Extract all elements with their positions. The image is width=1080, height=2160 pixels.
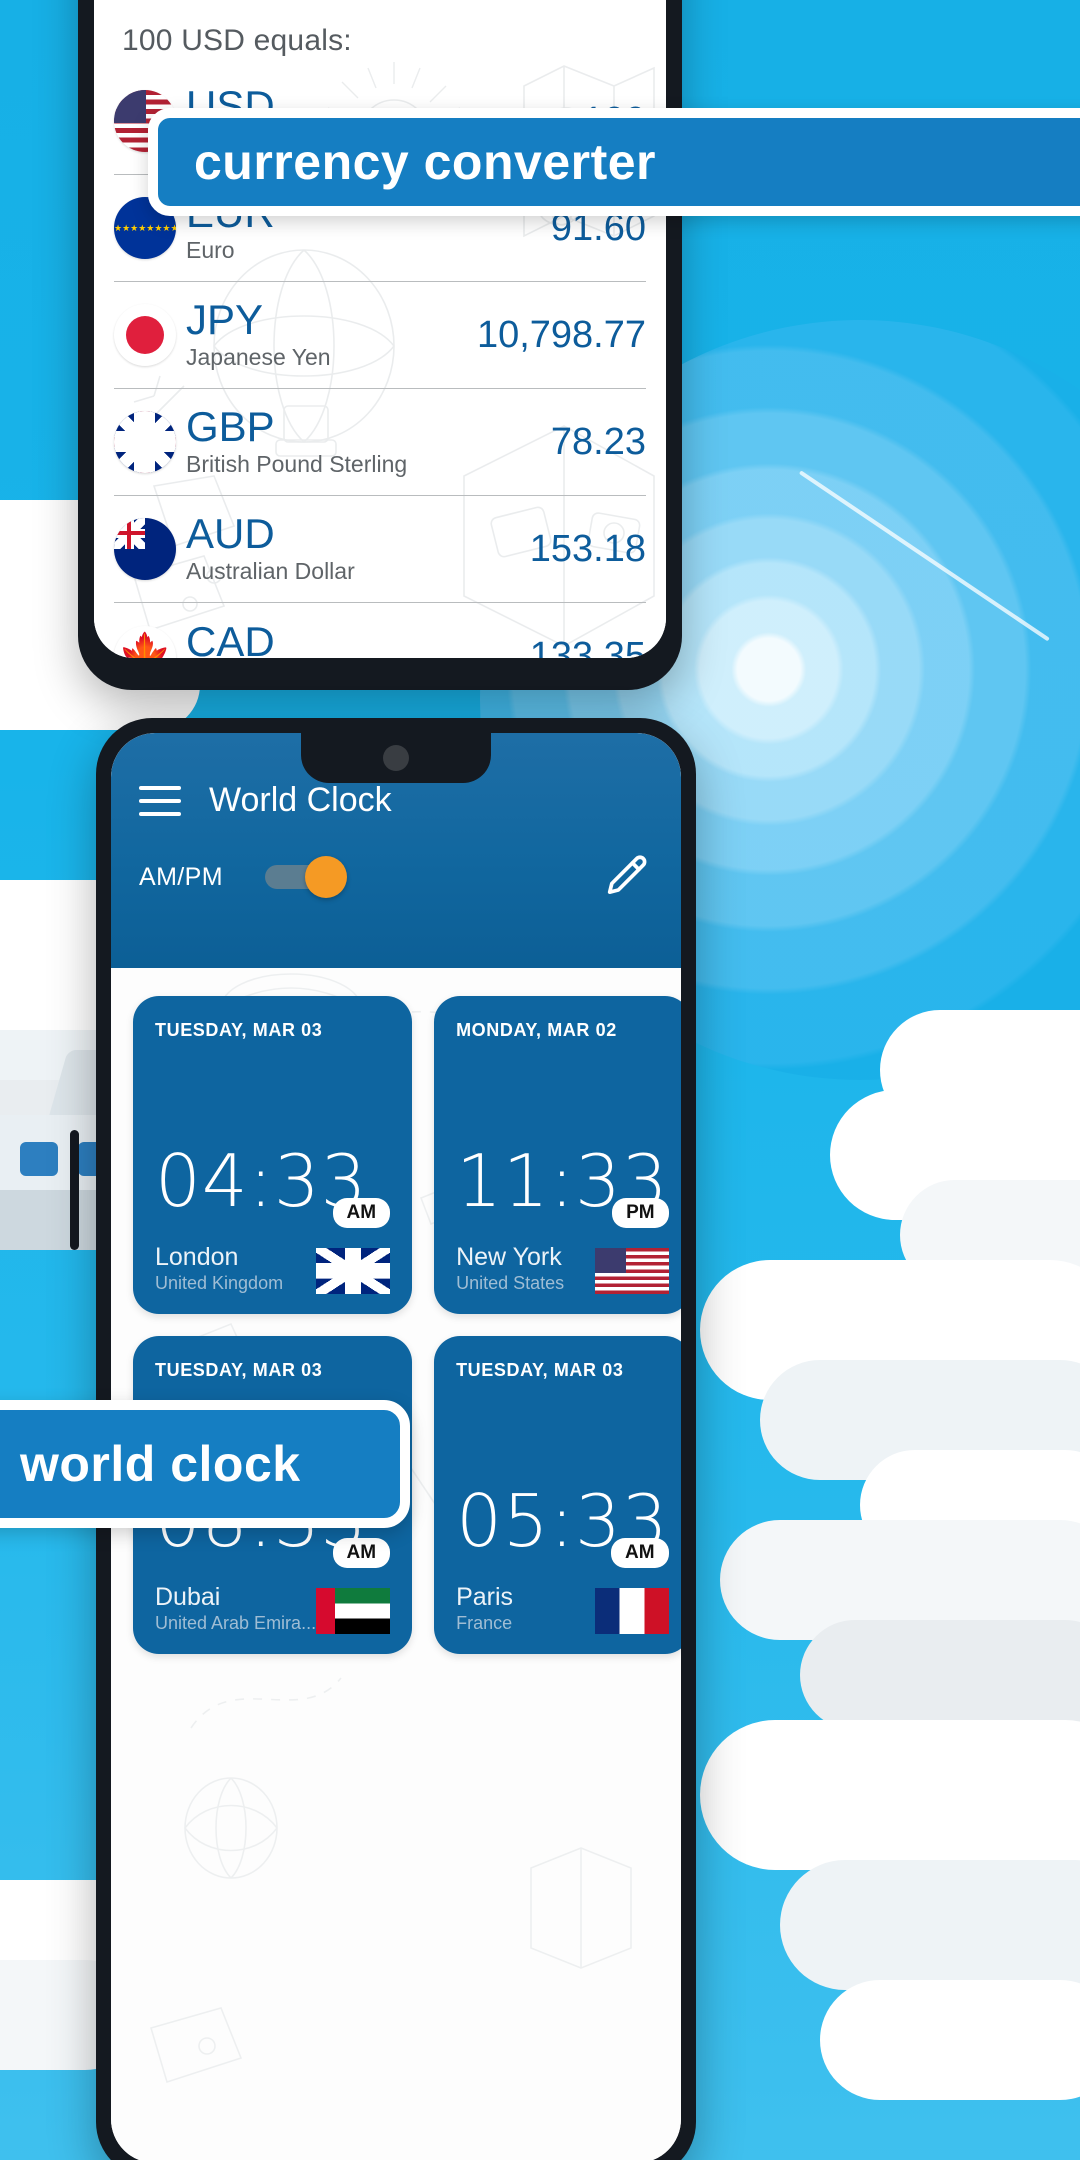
clock-card[interactable]: TUESDAY, MAR 03 05:33 AM Paris France (434, 1336, 681, 1654)
card-country: France (456, 1613, 513, 1633)
toggle-knob (304, 856, 347, 898)
conversion-heading: 100 USD equals: (122, 24, 352, 57)
currency-screen-background: 100 USD equals: USD US Dollar 100 (94, 0, 666, 658)
front-camera-icon (383, 745, 409, 771)
worldclock-body: TUESDAY, MAR 03 04:33 AM London United K… (111, 968, 681, 2160)
clock-callout-label: world clock (20, 1436, 301, 1492)
phone-notch (301, 733, 491, 783)
ae-flag-icon (316, 1588, 391, 1634)
gb-flag-icon (316, 1248, 391, 1294)
currency-code: GBP (186, 403, 275, 451)
phone-frame-currency: 100 USD equals: USD US Dollar 100 (78, 0, 682, 690)
currency-value: 78.23 (550, 420, 646, 463)
cloud (820, 1980, 1080, 2100)
jp-flag-icon (114, 304, 176, 366)
phone-side-button[interactable] (70, 1130, 79, 1250)
airplane-window (20, 1142, 58, 1176)
clock-card[interactable]: TUESDAY, MAR 03 04:33 AM London United K… (133, 996, 413, 1314)
currency-name: Euro (186, 236, 235, 263)
card-footer: Paris France (456, 1583, 669, 1634)
currency-row[interactable]: CAD Canadian Dollar 133.35 (114, 603, 646, 658)
card-country: United States (456, 1273, 565, 1293)
clock-card[interactable]: MONDAY, MAR 02 11:33 PM New York United … (434, 996, 681, 1314)
card-city: New York (456, 1243, 562, 1272)
appbar-top-row: World Clock (139, 781, 392, 820)
currency-name: British Pound Sterling (186, 450, 408, 477)
cloud (800, 1620, 1080, 1730)
currency-code: CAD (186, 617, 275, 658)
fr-flag-icon (594, 1588, 669, 1634)
currency-row[interactable]: AUD Australian Dollar 153.18 (114, 496, 646, 603)
card-country: United Kingdom (155, 1273, 284, 1293)
world-clock-callout: world clock (0, 1400, 410, 1528)
card-date: MONDAY, MAR 02 (456, 1020, 617, 1040)
currency-callout-label: currency converter (194, 134, 657, 190)
currency-value: 10,798.77 (476, 313, 646, 356)
status-badge: PM (612, 1198, 669, 1228)
card-footer: Dubai United Arab Emira... (155, 1583, 391, 1634)
hamburger-menu-icon[interactable] (139, 785, 181, 816)
currency-converter-callout: currency converter (148, 108, 1080, 216)
app-title: World Clock (209, 781, 392, 819)
currency-code: JPY (186, 296, 264, 344)
currency-row[interactable]: JPY Japanese Yen 10,798.77 (114, 282, 646, 389)
ca-flag-icon (114, 625, 176, 658)
currency-row[interactable]: GBP British Pound Sterling 78.23 (114, 389, 646, 496)
us-flag-icon (594, 1248, 669, 1294)
appbar-second-row: AM/PM (139, 851, 653, 903)
card-country: United Arab Emira... (155, 1613, 317, 1633)
card-footer: London United Kingdom (155, 1243, 391, 1294)
cloud (780, 1860, 1080, 1990)
ampm-label: AM/PM (139, 862, 223, 891)
worldclock-appbar: World Clock AM/PM (111, 733, 681, 968)
card-city: London (155, 1243, 239, 1272)
status-badge: AM (332, 1538, 391, 1568)
currency-code: AUD (186, 510, 275, 558)
pencil-icon[interactable] (601, 851, 653, 903)
currency-header: 100 USD equals: (94, 0, 666, 58)
status-badge: AM (332, 1198, 391, 1228)
card-date: TUESDAY, MAR 03 (155, 1020, 323, 1040)
card-city: Dubai (155, 1583, 221, 1612)
promo-screenshot: 100 USD equals: USD US Dollar 100 (0, 0, 1080, 2160)
card-date: TUESDAY, MAR 03 (155, 1360, 323, 1380)
currency-value: 133.35 (529, 635, 646, 658)
gb-flag-icon (114, 411, 176, 473)
cloud (700, 1720, 1080, 1870)
clock-card-grid: TUESDAY, MAR 03 04:33 AM London United K… (133, 996, 681, 1654)
card-city: Paris (456, 1583, 514, 1612)
currency-name: Japanese Yen (186, 343, 331, 370)
currency-name: Australian Dollar (186, 557, 355, 584)
currency-value: 153.18 (529, 527, 646, 570)
ampm-toggle[interactable] (264, 856, 347, 898)
card-date: TUESDAY, MAR 03 (456, 1360, 624, 1380)
card-footer: New York United States (456, 1243, 669, 1294)
currency-app-screen: 100 USD equals: USD US Dollar 100 (94, 0, 666, 658)
status-badge: AM (611, 1538, 669, 1568)
au-flag-icon (114, 518, 176, 580)
